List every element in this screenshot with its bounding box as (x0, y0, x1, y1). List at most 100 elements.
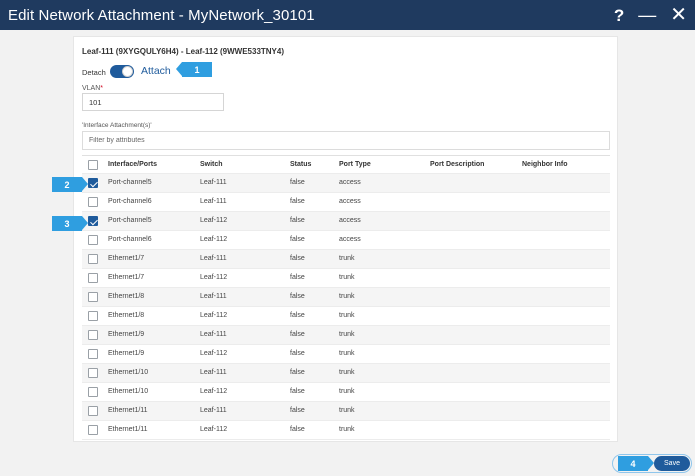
vlan-input[interactable] (82, 93, 224, 111)
row-checkbox-cell (88, 178, 98, 190)
cell-switch: Leaf-112 (200, 217, 228, 224)
window-title: Edit Network Attachment - MyNetwork_3010… (8, 6, 315, 24)
header-port-description[interactable]: Port Description (430, 161, 484, 168)
cell-port-type: trunk (339, 407, 355, 414)
close-icon[interactable]: ✕ (670, 5, 687, 25)
select-all-checkbox-cell (88, 160, 98, 172)
cell-interface: Ethernet1/8 (108, 293, 145, 300)
header-port-type[interactable]: Port Type (339, 161, 371, 168)
cell-switch: Leaf-112 (200, 426, 228, 433)
attach-toggle[interactable] (110, 65, 134, 78)
table-row[interactable]: Ethernet1/11 Leaf-111 false trunk (82, 402, 610, 421)
row-checkbox-cell (88, 254, 98, 266)
table-row[interactable]: Port-channel6 Leaf-111 false access (82, 193, 610, 212)
row-checkbox[interactable] (88, 178, 98, 188)
header-switch[interactable]: Switch (200, 161, 223, 168)
table-row[interactable]: Ethernet1/9 Leaf-112 false trunk (82, 345, 610, 364)
table-row[interactable]: Ethernet1/9 Leaf-111 false trunk (82, 326, 610, 345)
help-icon[interactable]: ? (614, 7, 624, 24)
table-row[interactable]: Port-channel6 Leaf-112 false access (82, 231, 610, 250)
row-checkbox[interactable] (88, 425, 98, 435)
row-checkbox-cell (88, 292, 98, 304)
callout-4: 4 (618, 456, 654, 471)
cell-switch: Leaf-112 (200, 388, 228, 395)
cell-port-type: trunk (339, 331, 355, 338)
cell-switch: Leaf-111 (200, 369, 227, 376)
filter-input[interactable] (82, 131, 610, 150)
cell-port-type: access (339, 198, 361, 205)
row-checkbox[interactable] (88, 368, 98, 378)
save-button[interactable]: Save (654, 456, 690, 471)
vlan-label: VLAN* (82, 85, 103, 92)
row-checkbox-cell (88, 235, 98, 247)
cell-status: false (290, 426, 305, 433)
row-checkbox[interactable] (88, 254, 98, 264)
cell-switch: Leaf-112 (200, 236, 228, 243)
row-checkbox[interactable] (88, 235, 98, 245)
cell-interface: Port-channel6 (108, 198, 152, 205)
detach-label: Detach (82, 68, 106, 77)
cell-interface: Ethernet1/11 (108, 407, 148, 414)
table-row[interactable]: Port-channel5 Leaf-112 false access (82, 212, 610, 231)
cell-switch: Leaf-112 (200, 312, 228, 319)
table-row[interactable]: Ethernet1/8 Leaf-112 false trunk (82, 307, 610, 326)
cell-switch: Leaf-111 (200, 331, 227, 338)
cell-interface: Ethernet1/7 (108, 274, 145, 281)
header-status[interactable]: Status (290, 161, 311, 168)
table-row[interactable]: Port-channel5 Leaf-111 false access (82, 174, 610, 193)
row-checkbox[interactable] (88, 273, 98, 283)
interface-attachments-label: 'Interface Attachment(s)' (82, 122, 152, 129)
cell-port-type: trunk (339, 293, 355, 300)
table-row[interactable]: Ethernet1/10 Leaf-111 false trunk (82, 364, 610, 383)
callout-3: 3 (52, 216, 88, 231)
attachment-panel: Leaf-111 (9XYGQULY6H4) - Leaf-112 (9WWE5… (73, 36, 618, 442)
row-checkbox[interactable] (88, 349, 98, 359)
cell-status: false (290, 312, 305, 319)
attach-label: Attach (141, 65, 171, 77)
cell-switch: Leaf-111 (200, 407, 227, 414)
table-row[interactable]: Ethernet1/8 Leaf-111 false trunk (82, 288, 610, 307)
cell-interface: Ethernet1/11 (108, 426, 148, 433)
cell-switch: Leaf-112 (200, 274, 228, 281)
cell-port-type: access (339, 236, 361, 243)
cell-status: false (290, 236, 305, 243)
cell-interface: Ethernet1/9 (108, 331, 145, 338)
cell-status: false (290, 198, 305, 205)
callout-2: 2 (52, 177, 88, 192)
header-interface[interactable]: Interface/Ports (108, 161, 157, 168)
minimize-icon[interactable]: — (638, 6, 656, 24)
cell-interface: Ethernet1/8 (108, 312, 145, 319)
cell-status: false (290, 350, 305, 357)
select-all-checkbox[interactable] (88, 160, 98, 170)
row-checkbox-cell (88, 197, 98, 209)
cell-interface: Ethernet1/10 (108, 388, 149, 395)
cell-port-type: trunk (339, 350, 355, 357)
row-checkbox-cell (88, 273, 98, 285)
cell-status: false (290, 388, 305, 395)
row-checkbox[interactable] (88, 216, 98, 226)
table-row[interactable]: Ethernet1/11 Leaf-112 false trunk (82, 421, 610, 440)
cell-port-type: trunk (339, 312, 355, 319)
title-bar: Edit Network Attachment - MyNetwork_3010… (0, 0, 695, 30)
cell-port-type: trunk (339, 426, 355, 433)
table-row[interactable]: Ethernet1/10 Leaf-112 false trunk (82, 383, 610, 402)
cell-port-type: access (339, 179, 361, 186)
toggle-knob (122, 66, 133, 77)
row-checkbox[interactable] (88, 387, 98, 397)
cell-status: false (290, 407, 305, 414)
cell-interface: Ethernet1/9 (108, 350, 145, 357)
row-checkbox-cell (88, 216, 98, 228)
row-checkbox[interactable] (88, 330, 98, 340)
table-row[interactable]: Ethernet1/7 Leaf-111 false trunk (82, 250, 610, 269)
cell-switch: Leaf-111 (200, 179, 227, 186)
row-checkbox[interactable] (88, 406, 98, 416)
cell-interface: Port-channel5 (108, 217, 152, 224)
row-checkbox[interactable] (88, 311, 98, 321)
required-marker: * (100, 85, 104, 92)
header-neighbor-info[interactable]: Neighbor Info (522, 161, 568, 168)
row-checkbox[interactable] (88, 292, 98, 302)
row-checkbox[interactable] (88, 197, 98, 207)
cell-port-type: trunk (339, 388, 355, 395)
table-row[interactable]: Ethernet1/7 Leaf-112 false trunk (82, 269, 610, 288)
cell-status: false (290, 179, 305, 186)
